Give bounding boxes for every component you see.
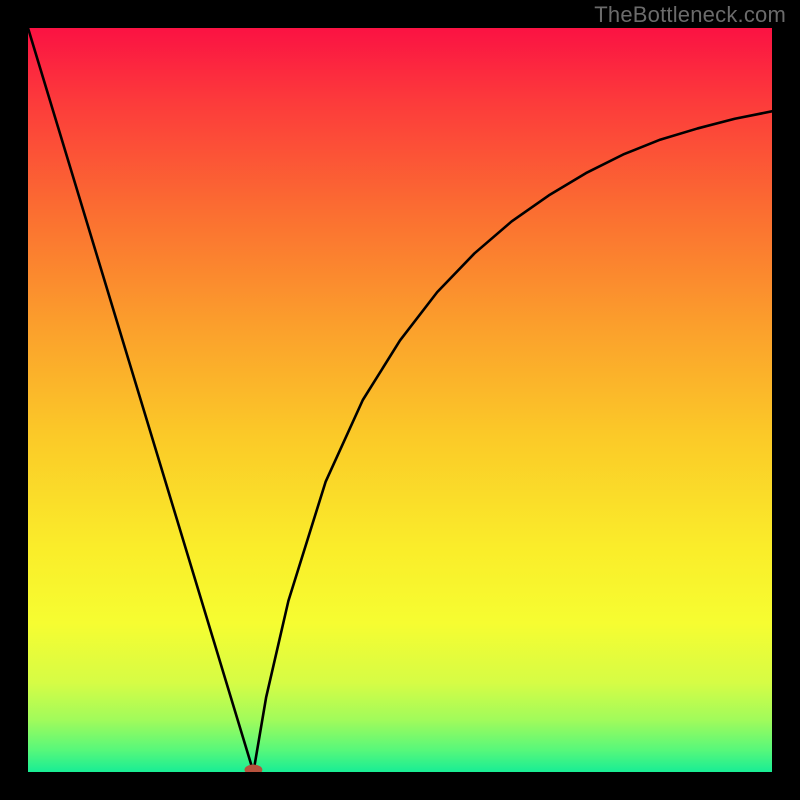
watermark-label: TheBottleneck.com: [594, 2, 786, 28]
plot-area: [28, 28, 772, 772]
chart-svg: [28, 28, 772, 772]
chart-frame: TheBottleneck.com: [0, 0, 800, 800]
